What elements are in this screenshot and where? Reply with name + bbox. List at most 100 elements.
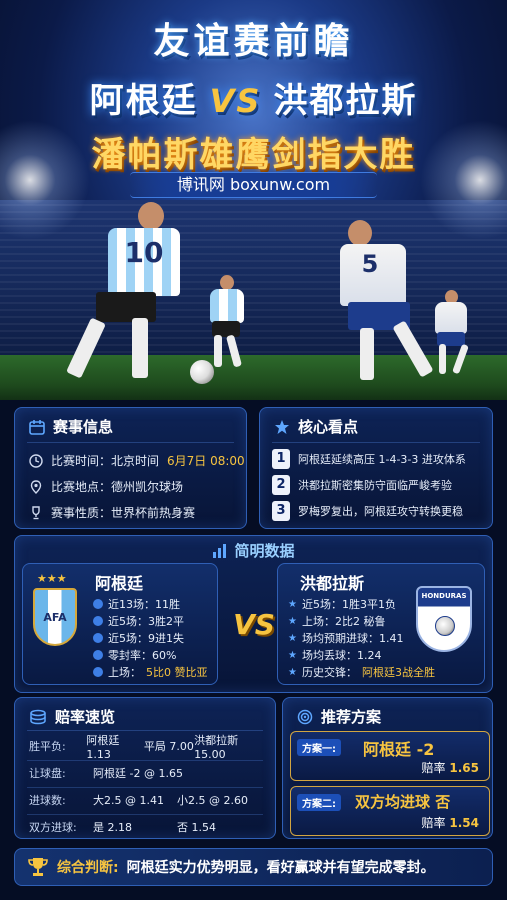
key-point-number: 2 — [272, 475, 290, 495]
stat-value: 阿根廷3战全胜 — [361, 666, 435, 679]
nature-text: 赛事性质：世界杯前热身赛 — [51, 506, 196, 520]
divider — [272, 442, 480, 443]
plan-tag: 方案一: — [297, 739, 341, 756]
star-icon: ★ — [288, 598, 297, 610]
slogan: 潘帕斯雄鹰剑指大胜 — [91, 135, 416, 175]
odds-panel: 赔率速览 胜平负: 阿根廷 1.13 平局 7.00 洪都拉斯 15.00 让球… — [14, 697, 276, 839]
recommend-heading: 推荐方案 — [297, 706, 381, 727]
key-point-number: 1 — [272, 449, 290, 469]
site-link[interactable]: 博讯网 boxunw.com — [130, 172, 377, 198]
key-points-heading: 核心看点 — [274, 416, 358, 437]
afa-badge-icon: AFA — [33, 588, 77, 646]
player-honduras-right — [425, 290, 480, 385]
argentina-stat-3: 近5场：9进1失 — [93, 630, 184, 646]
key-point-2: 2 洪都拉斯密集防守面临严峻考验 — [272, 474, 482, 496]
nature-row: 赛事性质：世界杯前热身赛 — [29, 504, 195, 521]
match-info-title: 赛事信息 — [53, 418, 114, 436]
argentina-card: ★★★ AFA 阿根廷 近13场：11胜 近5场：3胜2平 近5场：9进1失 零… — [22, 563, 218, 685]
argentina-stat-2: 近5场：3胜2平 — [93, 613, 184, 629]
odds-label: 让球盘: — [29, 767, 66, 780]
plan-odds-label: 赔率 — [421, 816, 446, 830]
clock-icon — [29, 453, 43, 468]
odds-row-goals: 进球数: 大2.5 @ 1.41 小2.5 @ 2.60 — [29, 788, 265, 812]
player-number: 5 — [361, 250, 379, 278]
match-time-row: 比赛时间：北京时间 6月7日 08:00 — [29, 452, 245, 469]
calendar-icon — [29, 419, 45, 435]
star-icon: ★ — [288, 632, 297, 644]
odds-btts-no: 否 1.54 — [177, 821, 216, 834]
odds-row-1x2: 胜平负: 阿根廷 1.13 平局 7.00 洪都拉斯 15.00 — [29, 733, 265, 761]
odds-label: 双方进球: — [29, 821, 77, 834]
star-icon: ★ — [288, 666, 297, 678]
hero-banner: 10 5 友谊赛前瞻 阿根廷 VS 洪都拉斯 潘帕斯雄鹰剑指大胜 博讯网 boxun… — [0, 0, 507, 400]
key-point-text: 罗梅罗复出，阿根廷攻守转换更稳 — [298, 505, 463, 518]
football-icon — [435, 616, 455, 636]
target-icon — [297, 709, 313, 725]
key-point-3: 3 罗梅罗复出，阿根廷攻守转换更稳 — [272, 500, 482, 522]
bar-chart-icon — [212, 544, 228, 558]
recommend-plan-2[interactable]: 方案二: 双方均进球 否 赔率 1.54 — [290, 786, 490, 836]
odds-under: 小2.5 @ 2.60 — [177, 794, 248, 807]
trophy-icon — [29, 505, 43, 520]
away-team: 洪都拉斯 — [273, 81, 418, 121]
location-pin-icon — [29, 479, 43, 494]
page-title: 友谊赛前瞻 — [153, 21, 354, 62]
star-icon — [274, 419, 290, 435]
stats-vs: VS — [233, 608, 275, 641]
recommend-title: 推荐方案 — [321, 708, 382, 726]
odds-label: 胜平负: — [29, 740, 66, 753]
stat-value: 5比0 赞比亚 — [146, 666, 208, 679]
stat-text: 近5场：3胜2平 — [108, 615, 184, 628]
odds-row-btts: 双方进球: 是 2.18 否 1.54 — [29, 815, 265, 839]
honduras-crest: HONDURAS — [416, 586, 472, 652]
key-point-text: 阿根廷延续高压 1-4-3-3 进攻体系 — [298, 453, 466, 466]
match-info-panel: 赛事信息 比赛时间：北京时间 6月7日 08:00 比赛地点：德州凯尔球场 赛事… — [14, 407, 247, 529]
odds-handicap: 阿根廷 -2 @ 1.65 — [93, 767, 183, 780]
key-points-title: 核心看点 — [298, 418, 359, 436]
home-team: 阿根廷 — [89, 81, 198, 121]
venue-text: 比赛地点：德州凯尔球场 — [51, 480, 184, 494]
stat-text: 场均预期进球：1.41 — [301, 632, 404, 645]
odds-btts-yes: 是 2.18 — [93, 821, 132, 834]
key-point-number: 3 — [272, 501, 290, 521]
argentina-name: 阿根廷 — [95, 574, 144, 593]
honduras-stat-4: ★ 场均丢球：1.24 — [288, 647, 381, 663]
football — [190, 360, 214, 384]
stat-text: 场均丢球：1.24 — [301, 649, 382, 662]
stat-text: 近13场：11胜 — [108, 598, 180, 611]
odds-away: 洪都拉斯 15.00 — [194, 733, 239, 761]
honduras-badge-text: HONDURAS — [421, 592, 467, 600]
honduras-stat-1: ★ 近5场：1胜3平1负 — [288, 596, 396, 612]
conclusion-label: 综合判断: — [57, 860, 119, 876]
match-time-label: 比赛时间：北京时间 — [51, 454, 160, 468]
divider — [27, 442, 234, 443]
player-argentina-10: 10 — [60, 200, 190, 390]
honduras-card: 洪都拉斯 ★ 近5场：1胜3平1负 ★ 上场：2比2 秘鲁 ★ 场均预期进球：1.41… — [277, 563, 485, 685]
plan-odds-value: 1.65 — [449, 761, 479, 775]
stats-heading: 简明数据 — [0, 540, 507, 561]
stat-icon — [93, 650, 103, 660]
stat-text: 上场：2比2 秘鲁 — [301, 615, 386, 628]
crest-stars: ★★★ — [37, 572, 67, 585]
recommend-plan-1[interactable]: 方案一: 阿根廷 -2 赔率 1.65 — [290, 731, 490, 781]
conclusion-text: 阿根廷实力优势明显，看好赢球并有望完成零封。 — [126, 860, 435, 876]
plan-odds: 赔率 1.54 — [422, 814, 479, 831]
player-argentina-mid — [200, 275, 250, 375]
matchup-title: 阿根廷 VS 洪都拉斯 — [0, 73, 507, 122]
odds-home: 阿根廷 1.13 — [86, 733, 120, 761]
argentina-stat-1: 近13场：11胜 — [93, 596, 180, 612]
honduras-name: 洪都拉斯 — [300, 574, 365, 593]
match-time-value: 6月7日 08:00 — [167, 454, 245, 468]
odds-over: 大2.5 @ 1.41 — [93, 794, 164, 807]
star-icon: ★ — [288, 649, 297, 661]
plan-odds-value: 1.54 — [449, 816, 479, 830]
stat-text: 零封率：60% — [108, 649, 177, 662]
plan-pick: 阿根廷 -2 — [363, 740, 435, 759]
star-icon: ★ — [288, 615, 297, 627]
key-point-text: 洪都拉斯密集防守面临严峻考验 — [298, 479, 452, 492]
odds-title: 赔率速览 — [55, 708, 116, 726]
argentina-crest: ★★★ AFA — [33, 572, 77, 652]
honduras-stat-2: ★ 上场：2比2 秘鲁 — [288, 613, 385, 629]
stat-label: 上场： — [108, 666, 141, 679]
odds-row-handicap: 让球盘: 阿根廷 -2 @ 1.65 — [29, 761, 265, 785]
